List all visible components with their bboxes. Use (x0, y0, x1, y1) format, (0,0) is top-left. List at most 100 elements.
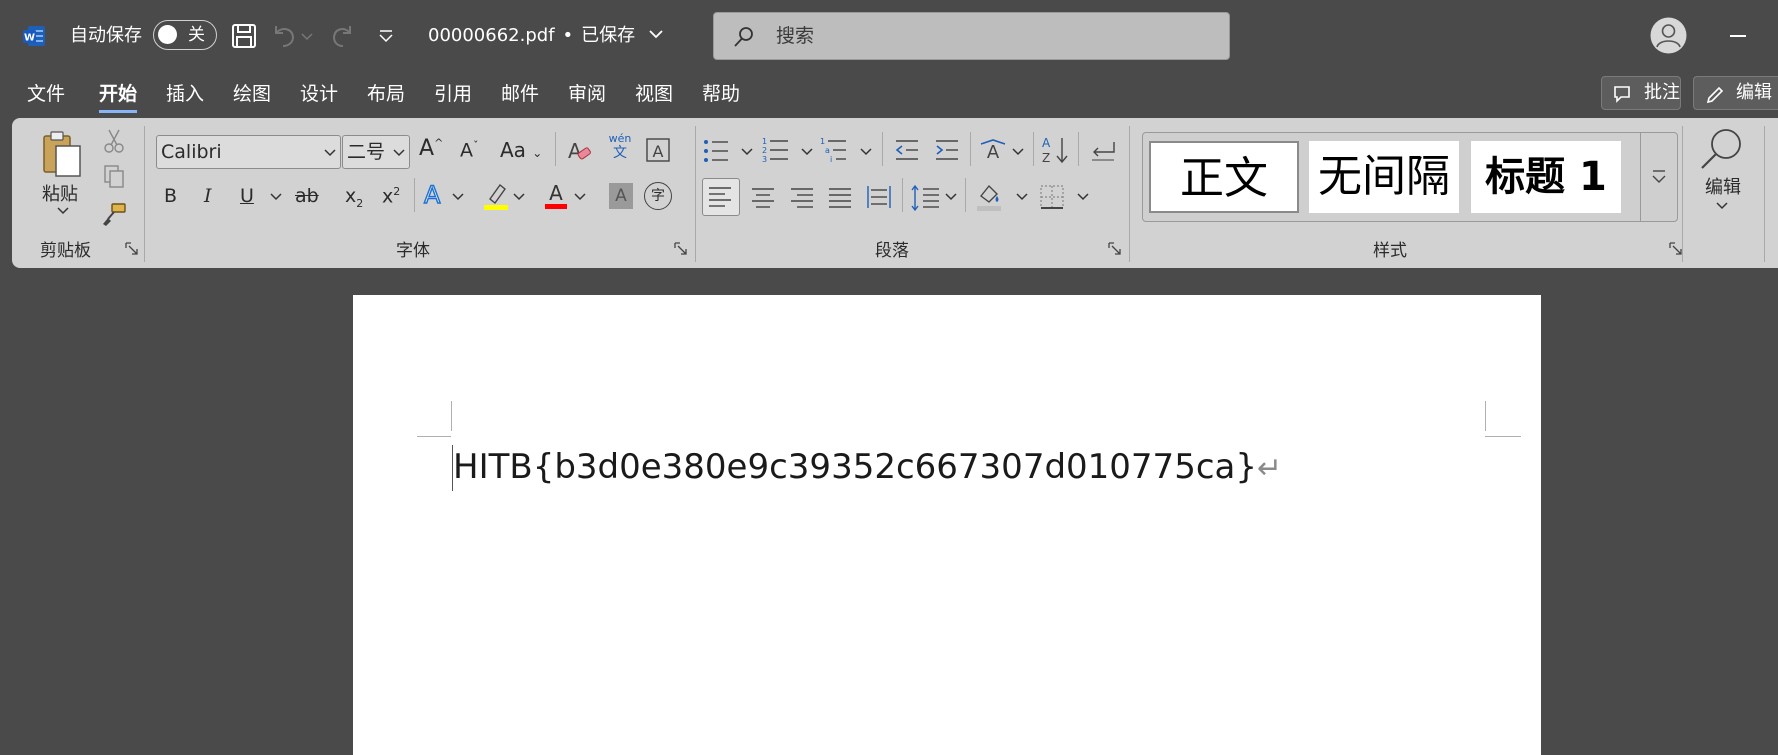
shading-dropdown-icon[interactable] (1016, 193, 1028, 201)
autosave-toggle[interactable]: 关 (153, 20, 217, 50)
cut-icon[interactable] (102, 128, 126, 154)
tab-view[interactable]: 视图 (635, 80, 673, 108)
numbering-dropdown-icon[interactable] (801, 148, 813, 156)
line-spacing-icon[interactable] (909, 180, 943, 214)
align-left-button[interactable] (702, 178, 740, 216)
font-size-value: 二号 (347, 141, 386, 163)
font-color-dropdown-icon[interactable] (574, 193, 586, 201)
underline-button[interactable]: U (240, 185, 254, 207)
line-spacing-dropdown-icon[interactable] (945, 193, 957, 201)
bullets-icon[interactable] (702, 138, 736, 164)
account-avatar-icon[interactable] (1650, 17, 1687, 54)
font-size-combo[interactable]: 二号 (342, 135, 410, 169)
tab-mailings[interactable]: 邮件 (501, 80, 539, 108)
highlighter-icon[interactable] (482, 181, 510, 211)
document-page[interactable]: HITB{b3d0e380e9c39352c667307d010775ca}↵ (353, 295, 1541, 755)
styles-launcher-icon[interactable] (1669, 242, 1683, 256)
clear-formatting-icon[interactable]: A (565, 136, 593, 164)
save-icon[interactable] (228, 20, 260, 52)
bold-button[interactable]: B (164, 185, 177, 207)
format-painter-icon[interactable] (100, 202, 128, 228)
font-color-icon[interactable]: A (542, 180, 570, 212)
highlight-dropdown-icon[interactable] (513, 193, 525, 201)
search-box[interactable]: 搜索 (713, 12, 1230, 60)
editing-mode-button[interactable]: 编辑 (1693, 76, 1778, 110)
strikethrough-button[interactable]: ab (295, 185, 319, 207)
undo-icon[interactable] (268, 20, 300, 52)
redo-icon[interactable] (326, 20, 358, 52)
minimize-icon[interactable] (1730, 35, 1746, 37)
paste-dropdown-icon[interactable] (56, 206, 70, 216)
paragraph-launcher-icon[interactable] (1108, 242, 1122, 256)
paste-icon[interactable] (40, 128, 84, 180)
italic-button[interactable]: I (204, 185, 212, 207)
find-icon[interactable] (1698, 126, 1746, 172)
justify-icon[interactable] (823, 180, 857, 214)
svg-text:W: W (24, 33, 35, 44)
style-normal[interactable]: 正文 (1149, 141, 1299, 213)
editing-group-label[interactable]: 编辑 (1705, 173, 1741, 199)
document-title[interactable]: 00000662.pdf • 已保存 (428, 22, 665, 50)
editing-dropdown-icon[interactable] (1716, 202, 1728, 210)
tab-insert[interactable]: 插入 (166, 80, 204, 108)
show-paragraph-marks-icon[interactable] (1088, 136, 1118, 164)
bullets-dropdown-icon[interactable] (741, 148, 753, 156)
tab-file[interactable]: 文件 (27, 80, 65, 108)
styles-more-button[interactable] (1640, 133, 1677, 221)
tab-design[interactable]: 设计 (300, 80, 338, 108)
undo-dropdown-icon[interactable] (298, 20, 316, 52)
text-effects-dropdown-icon[interactable] (452, 193, 464, 201)
borders-icon[interactable] (1036, 180, 1068, 214)
font-launcher-icon[interactable] (674, 242, 688, 256)
style-heading-1[interactable]: 标题 1 (1471, 141, 1621, 213)
tab-layout[interactable]: 布局 (367, 80, 405, 108)
decrease-indent-icon[interactable] (892, 136, 922, 164)
character-shading-button[interactable]: A (609, 183, 633, 209)
change-case-button[interactable]: Aa ⌄ (500, 138, 542, 162)
multilevel-dropdown-icon[interactable] (860, 148, 872, 156)
tab-help[interactable]: 帮助 (702, 80, 740, 108)
underline-dropdown-icon[interactable] (270, 193, 282, 201)
copy-icon[interactable] (102, 164, 126, 190)
phonetic-guide-button[interactable]: wén 文 (607, 132, 633, 161)
svg-text:A: A (1042, 136, 1051, 150)
svg-text:1: 1 (820, 137, 825, 146)
tab-home[interactable]: 开始 (99, 80, 138, 113)
tab-references[interactable]: 引用 (434, 80, 472, 108)
subscript-button[interactable]: x2 (345, 185, 363, 210)
align-right-icon[interactable] (785, 180, 819, 214)
document-text[interactable]: HITB{b3d0e380e9c39352c667307d010775ca} (453, 447, 1257, 487)
customize-toolbar-icon[interactable] (370, 20, 402, 52)
text-effects-button[interactable]: A (423, 180, 441, 209)
numbering-icon[interactable]: 1 2 3 (762, 136, 792, 164)
distributed-align-icon[interactable] (862, 180, 896, 214)
shading-icon[interactable] (973, 180, 1005, 214)
enclose-characters-button[interactable]: 字 (644, 182, 672, 210)
tab-review[interactable]: 审阅 (568, 80, 606, 108)
search-placeholder: 搜索 (776, 25, 815, 47)
shrink-font-button[interactable]: Aˇ (460, 139, 479, 161)
paragraph-divider (882, 132, 883, 166)
svg-text:A: A (653, 142, 664, 161)
sort-icon[interactable]: A Z (1040, 134, 1070, 166)
text-direction-icon[interactable]: A (978, 136, 1008, 164)
borders-dropdown-icon[interactable] (1077, 193, 1089, 201)
paste-label[interactable]: 粘贴 (42, 180, 78, 206)
multilevel-list-icon[interactable]: 1 a i (820, 136, 850, 164)
word-app-icon[interactable]: W (22, 24, 46, 48)
document-paragraph[interactable]: HITB{b3d0e380e9c39352c667307d010775ca}↵ (453, 445, 1282, 491)
align-center-icon[interactable] (746, 180, 780, 214)
clipboard-launcher-icon[interactable] (125, 242, 139, 256)
comments-label: 批注 (1644, 82, 1680, 103)
tab-draw[interactable]: 绘图 (233, 80, 271, 108)
comments-button[interactable]: 批注 (1601, 76, 1681, 110)
style-no-spacing[interactable]: 无间隔 (1309, 141, 1459, 213)
superscript-button[interactable]: x2 (382, 185, 400, 207)
character-border-icon[interactable]: A (644, 136, 672, 164)
grow-font-button[interactable]: A^ (419, 136, 443, 161)
increase-indent-icon[interactable] (932, 136, 962, 164)
font-divider (555, 132, 556, 166)
font-name-combo[interactable]: Calibri (156, 135, 341, 169)
text-direction-dropdown-icon[interactable] (1012, 148, 1024, 156)
editing-mode-label: 编辑 (1736, 82, 1772, 103)
